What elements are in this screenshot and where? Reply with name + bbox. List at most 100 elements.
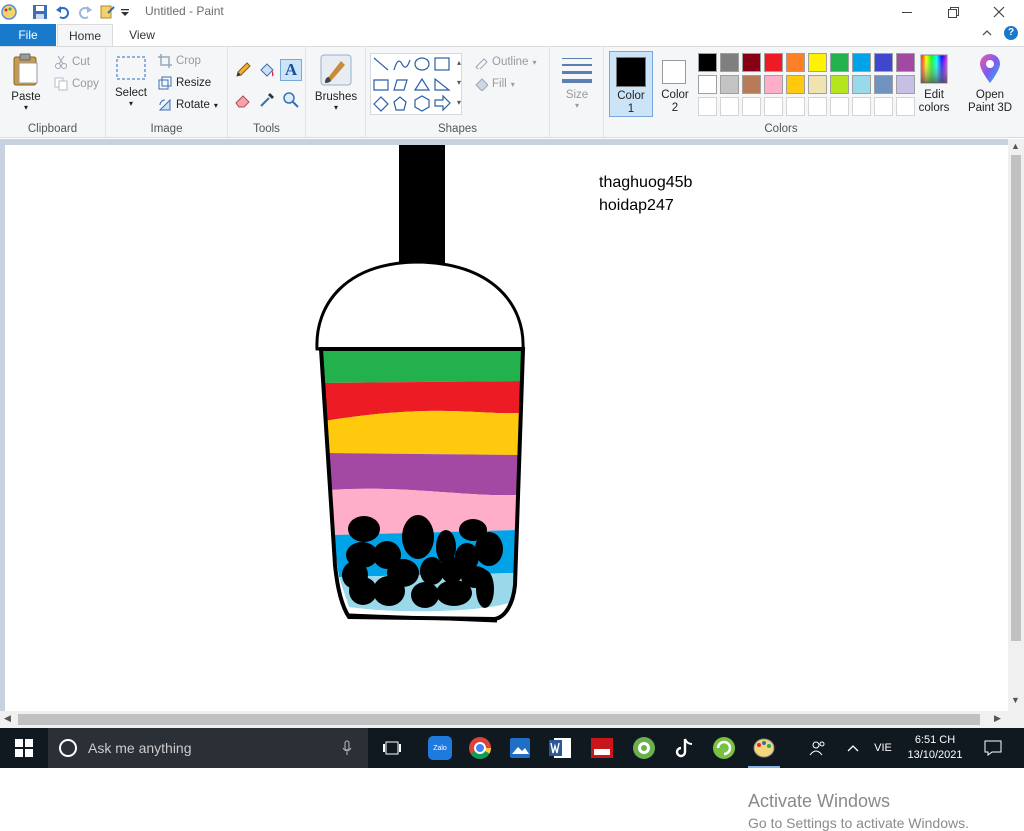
palette-color-swatch[interactable] xyxy=(874,53,893,72)
copy-button[interactable]: Copy xyxy=(54,75,99,93)
canvas-text[interactable]: thaghuog45b hoidap247 xyxy=(599,171,692,217)
palette-color-swatch[interactable] xyxy=(720,75,739,94)
outline-dropdown-icon: ▾ xyxy=(532,57,537,67)
zalo-icon[interactable]: Zalo xyxy=(424,728,456,768)
palette-color-swatch[interactable] xyxy=(698,75,717,94)
fill-button[interactable]: Fill ▾ xyxy=(474,75,515,93)
size-button[interactable]: Size ▾ xyxy=(556,55,598,110)
brushes-button[interactable]: Brushes ▾ xyxy=(314,53,358,112)
minimize-button[interactable] xyxy=(884,0,930,24)
help-icon[interactable]: ? xyxy=(1004,26,1018,40)
clock[interactable]: 6:51 CH 13/10/2021 xyxy=(904,728,966,768)
shapes-scroll-icon[interactable]: ▴ ▾ ▾ xyxy=(454,53,464,115)
image-group-label: Image xyxy=(150,123,183,135)
cup-lid xyxy=(315,260,525,351)
ribbon: Paste ▾ Cut Copy Clipboard Select ▾ Crop… xyxy=(0,46,1024,138)
outline-button[interactable]: Outline ▾ xyxy=(474,53,536,71)
resize-icon xyxy=(158,76,172,90)
palette-color-swatch[interactable] xyxy=(874,75,893,94)
eraser-icon[interactable] xyxy=(234,91,252,112)
customize-quick-access-icon[interactable] xyxy=(120,0,130,24)
close-button[interactable] xyxy=(976,0,1022,24)
rotate-icon xyxy=(158,98,171,111)
coccoc-icon[interactable] xyxy=(708,728,740,768)
palette-color-swatch[interactable] xyxy=(764,53,783,72)
color1-button[interactable]: Color 1 xyxy=(609,51,653,117)
palette-color-swatch[interactable] xyxy=(852,75,871,94)
layer-green xyxy=(323,349,523,383)
palette-color-swatch[interactable] xyxy=(720,53,739,72)
horizontal-scrollbar[interactable]: ◀ ▶ xyxy=(0,711,1024,728)
fill-with-color-icon[interactable] xyxy=(258,61,276,82)
palette-color-swatch[interactable] xyxy=(742,53,761,72)
crop-button[interactable]: Crop xyxy=(158,52,201,70)
show-hidden-icons-icon[interactable] xyxy=(842,728,864,768)
properties-icon[interactable] xyxy=(99,0,115,24)
minimize-ribbon-icon[interactable] xyxy=(981,27,993,42)
horizontal-scroll-thumb[interactable] xyxy=(18,714,980,725)
palette-color-swatch[interactable] xyxy=(852,53,871,72)
scroll-left-icon[interactable]: ◀ xyxy=(4,713,11,724)
scroll-up-icon[interactable]: ▲ xyxy=(1011,141,1020,151)
photos-app-icon[interactable] xyxy=(504,728,536,768)
word-icon[interactable] xyxy=(544,728,576,768)
pencil-icon[interactable] xyxy=(234,61,252,82)
custom-color-slot[interactable] xyxy=(742,97,761,116)
open-paint3d-button[interactable]: Open Paint 3D xyxy=(964,53,1016,115)
custom-color-slot[interactable] xyxy=(764,97,783,116)
palette-color-swatch[interactable] xyxy=(830,53,849,72)
custom-color-slot[interactable] xyxy=(830,97,849,116)
search-box[interactable]: Ask me anything xyxy=(48,728,368,768)
custom-color-slot[interactable] xyxy=(874,97,893,116)
redo-icon[interactable] xyxy=(77,0,93,24)
palette-color-swatch[interactable] xyxy=(830,75,849,94)
color-picker-icon[interactable] xyxy=(258,91,276,112)
microphone-icon[interactable] xyxy=(342,740,352,756)
tab-home[interactable]: Home xyxy=(57,24,113,47)
scroll-right-icon[interactable]: ▶ xyxy=(994,713,1001,724)
language-indicator[interactable]: VIE xyxy=(868,728,898,768)
vertical-scroll-thumb[interactable] xyxy=(1011,155,1021,641)
edit-colors-button[interactable]: Edit colors xyxy=(912,53,956,115)
cut-button[interactable]: Cut xyxy=(54,53,90,71)
paste-button[interactable]: Paste ▾ xyxy=(6,53,46,112)
select-button[interactable]: Select ▾ xyxy=(112,55,150,108)
palette-color-swatch[interactable] xyxy=(786,75,805,94)
palette-color-swatch[interactable] xyxy=(786,53,805,72)
palette-color-swatch[interactable] xyxy=(808,75,827,94)
magnifier-icon[interactable] xyxy=(282,91,300,112)
paint-app-icon[interactable] xyxy=(0,0,18,24)
unikey-icon[interactable] xyxy=(586,728,618,768)
palette-color-swatch[interactable] xyxy=(764,75,783,94)
tab-view[interactable]: View xyxy=(118,24,166,46)
palette-color-swatch[interactable] xyxy=(698,53,717,72)
chrome-icon[interactable] xyxy=(464,728,496,768)
custom-color-slot[interactable] xyxy=(698,97,717,116)
custom-color-slot[interactable] xyxy=(852,97,871,116)
rotate-button[interactable]: Rotate ▾ xyxy=(158,96,218,114)
color2-button[interactable]: Color 2 xyxy=(653,51,697,117)
tab-file[interactable]: File xyxy=(0,24,56,46)
drawing-canvas[interactable]: thaghuog45b hoidap247 xyxy=(5,145,1008,711)
paint-taskbar-icon[interactable] xyxy=(748,728,780,768)
task-view-icon[interactable] xyxy=(374,728,410,768)
start-button[interactable] xyxy=(0,728,48,768)
shapes-gallery[interactable] xyxy=(370,53,462,115)
custom-color-slot[interactable] xyxy=(720,97,739,116)
tiktok-icon[interactable] xyxy=(668,728,700,768)
text-tool-icon[interactable]: A xyxy=(280,59,302,81)
people-icon[interactable] xyxy=(804,728,832,768)
notifications-icon[interactable] xyxy=(976,728,1010,768)
select-dropdown-icon: ▾ xyxy=(128,99,133,108)
custom-color-slot[interactable] xyxy=(786,97,805,116)
coccoc-browser-icon[interactable] xyxy=(628,728,660,768)
restore-button[interactable] xyxy=(930,0,976,24)
save-icon[interactable] xyxy=(32,0,48,24)
vertical-scrollbar[interactable]: ▲ ▼ xyxy=(1008,139,1024,711)
undo-icon[interactable] xyxy=(55,0,71,24)
palette-color-swatch[interactable] xyxy=(742,75,761,94)
palette-color-swatch[interactable] xyxy=(808,53,827,72)
scroll-down-icon[interactable]: ▼ xyxy=(1011,695,1020,705)
custom-color-slot[interactable] xyxy=(808,97,827,116)
resize-button[interactable]: Resize xyxy=(158,74,211,92)
